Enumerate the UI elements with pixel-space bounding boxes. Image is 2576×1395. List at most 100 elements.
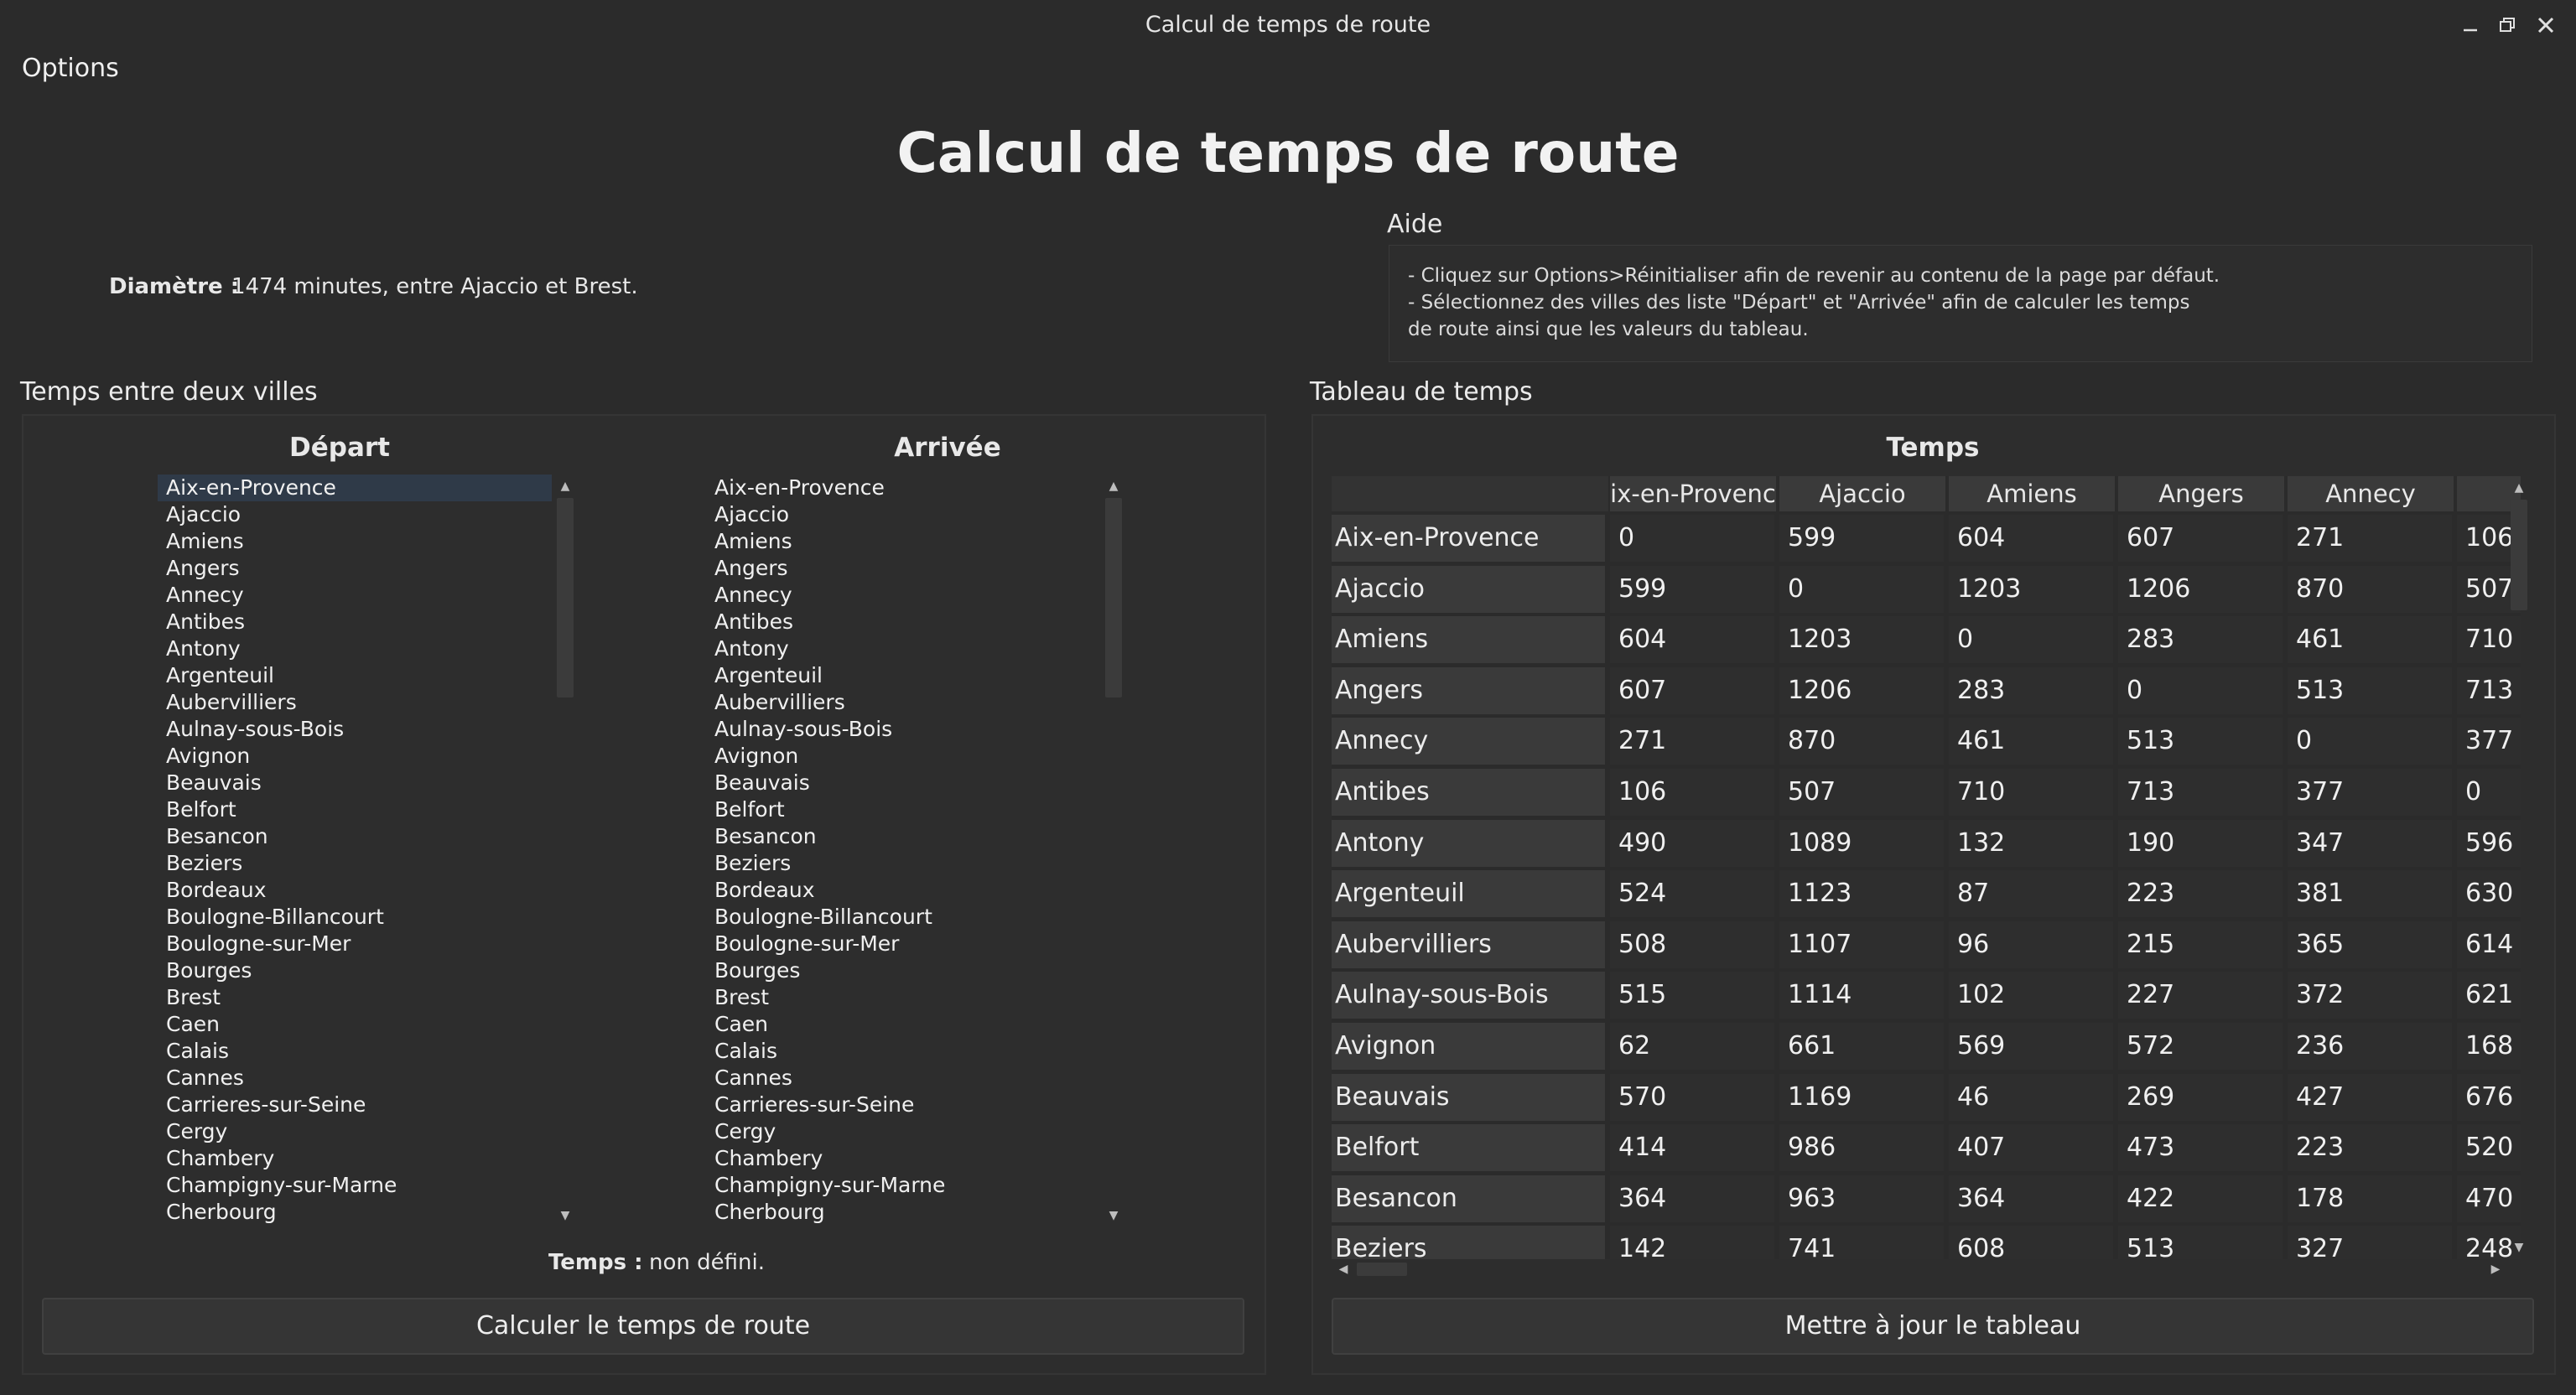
table-cell[interactable]: 713 [2118,769,2283,816]
table-cell[interactable]: 515 [1610,972,1774,1019]
table-cell[interactable]: 1203 [1779,616,1944,663]
table-cell[interactable]: 963 [1779,1175,1944,1222]
arrivee-list-item[interactable]: Carrieres-sur-Seine [706,1092,1100,1118]
table-cell[interactable]: 62 [1610,1023,1774,1070]
table-row-header[interactable]: Beziers [1332,1226,1605,1259]
table-row-header[interactable]: Aubervilliers [1332,921,1605,968]
table-cell[interactable]: 513 [2118,1226,2283,1259]
arrivee-list-item[interactable]: Boulogne-sur-Mer [706,931,1100,957]
depart-list-item[interactable]: Beziers [158,850,552,877]
table-cell[interactable]: 190 [2118,820,2283,867]
depart-list-item[interactable]: Boulogne-sur-Mer [158,931,552,957]
table-cell[interactable]: 569 [1949,1023,2113,1070]
scroll-thumb[interactable] [1357,1263,1407,1276]
table-cell[interactable]: 87 [1949,870,2113,917]
depart-list-item[interactable]: Aubervilliers [158,689,552,716]
minimize-icon[interactable] [2455,10,2485,40]
table-column-header[interactable]: Amiens [1949,476,2116,511]
depart-list-item[interactable]: Avignon [158,743,552,770]
table-cell[interactable]: 223 [2118,870,2283,917]
depart-list-item[interactable]: Chambery [158,1145,552,1172]
table-cell[interactable]: 96 [1949,921,2113,968]
table-cell[interactable]: 1169 [1779,1074,1944,1121]
arrivee-list-item[interactable]: Belfort [706,796,1100,823]
table-row-header[interactable]: Argenteuil [1332,870,1605,917]
depart-list-item[interactable]: Ajaccio [158,501,552,528]
depart-list-item[interactable]: Angers [158,555,552,582]
table-cell[interactable]: 513 [2118,718,2283,765]
table-cell[interactable]: 604 [1949,515,2113,562]
table-row-header[interactable]: Beauvais [1332,1074,1605,1121]
arrivee-list-item[interactable]: Antibes [706,609,1100,635]
update-table-button[interactable]: Mettre à jour le tableau [1332,1298,2534,1355]
table-row-header[interactable]: Ajaccio [1332,566,1605,613]
table-cell[interactable]: 599 [1779,515,1944,562]
table-cell[interactable]: 269 [2118,1074,2283,1121]
table-cell[interactable]: 461 [2288,616,2452,663]
table-cell[interactable]: 106 [1610,769,1774,816]
table-cell[interactable]: 271 [2288,515,2452,562]
depart-list-item[interactable]: Carrieres-sur-Seine [158,1092,552,1118]
arrivee-list-item[interactable]: Beauvais [706,770,1100,796]
arrivee-list-item[interactable]: Angers [706,555,1100,582]
table-cell[interactable]: 524 [1610,870,1774,917]
table-cell[interactable]: 215 [2118,921,2283,968]
scroll-thumb[interactable] [557,498,574,698]
scroll-down-icon[interactable]: ▼ [2507,1236,2531,1259]
table-cell[interactable]: 710 [1949,769,2113,816]
table-cell[interactable]: 986 [1779,1124,1944,1171]
depart-list-item[interactable]: Antibes [158,609,552,635]
table-cell[interactable]: 1203 [1949,566,2113,613]
depart-list-item[interactable]: Antony [158,635,552,662]
arrivee-list-item[interactable]: Champigny-sur-Marne [706,1172,1100,1199]
arrivee-list-item[interactable]: Bordeaux [706,877,1100,904]
table-cell[interactable]: 46 [1949,1074,2113,1121]
depart-list-item[interactable]: Besancon [158,823,552,850]
scroll-thumb[interactable] [2511,500,2527,610]
depart-list-item[interactable]: Brest [158,984,552,1011]
table-horizontal-scrollbar[interactable]: ◀ ▶ [1332,1258,2507,1281]
table-row-header[interactable]: Amiens [1332,616,1605,663]
table-cell[interactable]: 407 [1949,1124,2113,1171]
depart-list[interactable]: Aix-en-Provence Ajaccio Amiens Angers Annecy… [158,475,577,1227]
table-cell[interactable]: 607 [2118,515,2283,562]
menu-options[interactable]: Options [22,50,119,87]
depart-list-item[interactable]: Champigny-sur-Marne [158,1172,552,1199]
depart-list-item[interactable]: Bordeaux [158,877,552,904]
table-cell[interactable]: 422 [2118,1175,2283,1222]
table-cell[interactable]: 570 [1610,1074,1774,1121]
table-cell[interactable]: 347 [2288,820,2452,867]
table-cell[interactable]: 507 [1779,769,1944,816]
table-cell[interactable]: 1114 [1779,972,1944,1019]
table-row-header[interactable]: Belfort [1332,1124,1605,1171]
table-cell[interactable]: 142 [1610,1226,1774,1259]
table-cell[interactable]: 364 [1610,1175,1774,1222]
table-cell[interactable]: 461 [1949,718,2113,765]
depart-list-item[interactable]: Annecy [158,582,552,609]
table-cell[interactable]: 572 [2118,1023,2283,1070]
table-cell[interactable]: 608 [1949,1226,2113,1259]
table-vertical-scrollbar[interactable]: ▲ ▼ [2507,476,2531,1259]
table-cell[interactable]: 271 [1610,718,1774,765]
arrivee-list-item[interactable]: Argenteuil [706,662,1100,689]
arrivee-list-item[interactable]: Aubervilliers [706,689,1100,716]
table-cell[interactable]: 1107 [1779,921,1944,968]
table-row-header[interactable]: Antibes [1332,769,1605,816]
arrivee-list-item[interactable]: Bourges [706,957,1100,984]
table-column-header[interactable]: Annecy [2288,476,2455,511]
depart-list-item[interactable]: Cergy [158,1118,552,1145]
arrivee-list-item[interactable]: Aix-en-Provence [706,475,1100,501]
table-cell[interactable]: 661 [1779,1023,1944,1070]
table-cell[interactable]: 741 [1779,1226,1944,1259]
table-cell[interactable]: 381 [2288,870,2452,917]
table-cell[interactable]: 599 [1610,566,1774,613]
arrivee-list[interactable]: Aix-en-Provence Ajaccio Amiens Angers Annecy… [706,475,1125,1227]
table-cell[interactable]: 1089 [1779,820,1944,867]
depart-list-item[interactable]: Beauvais [158,770,552,796]
table-cell[interactable]: 236 [2288,1023,2452,1070]
table-cell[interactable]: 870 [1779,718,1944,765]
scroll-right-icon[interactable]: ▶ [2484,1258,2507,1281]
table-row-header[interactable]: Antony [1332,820,1605,867]
depart-list-item[interactable]: Belfort [158,796,552,823]
arrivee-list-item[interactable]: Ajaccio [706,501,1100,528]
